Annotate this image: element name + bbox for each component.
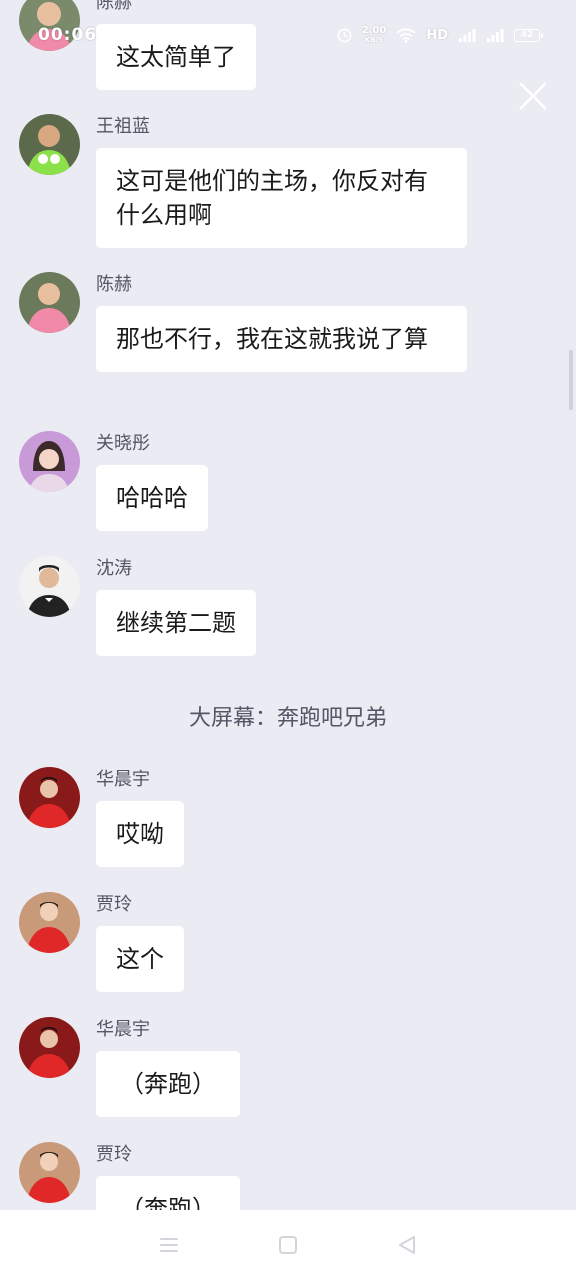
message-bubble[interactable]: （奔跑）	[96, 1051, 240, 1117]
avatar[interactable]	[19, 767, 80, 828]
avatar[interactable]	[19, 556, 80, 617]
system-message: 大屏幕：奔跑吧兄弟	[188, 706, 387, 731]
sender-name: 华晨宇	[96, 769, 150, 790]
sender-name: 华晨宇	[96, 1019, 150, 1040]
sender-name: 沈涛	[96, 558, 132, 579]
back-button[interactable]	[387, 1225, 427, 1265]
menu-icon	[160, 1238, 179, 1252]
message-bubble[interactable]: 哎呦	[96, 801, 184, 867]
signal-4g-icon	[458, 28, 476, 43]
sender-name: 陈赫	[96, 274, 132, 295]
message-bubble[interactable]: 哈哈哈	[96, 465, 208, 531]
hd-label: HD	[426, 27, 448, 43]
battery-icon: 42	[514, 28, 543, 42]
sender-name: 陈赫	[96, 0, 132, 13]
close-icon	[519, 82, 547, 110]
sender-name: 关晓彤	[96, 433, 150, 454]
message-bubble[interactable]: 这个	[96, 926, 184, 992]
sender-name: 贾玲	[96, 894, 132, 915]
chat-view[interactable]: 00:06 2.00 KB/S HD 42 陈赫 这太简单了 王祖蓝 这可是他们…	[0, 0, 576, 1210]
avatar[interactable]	[19, 1017, 80, 1078]
home-button[interactable]	[268, 1225, 308, 1265]
close-button[interactable]	[515, 78, 551, 114]
network-speed: 2.00 KB/S	[361, 25, 387, 45]
network-speed-value: 2.00	[361, 25, 387, 36]
sender-name: 王祖蓝	[96, 116, 150, 137]
message-bubble[interactable]: 那也不行，我在这就我说了算	[96, 306, 467, 372]
menu-button[interactable]	[149, 1225, 189, 1265]
status-bar: 00:06 2.00 KB/S HD 42	[0, 20, 576, 50]
signal-4g-icon-2	[486, 28, 504, 43]
avatar[interactable]	[19, 892, 80, 953]
status-time: 00:06	[38, 25, 98, 45]
navigation-bar	[0, 1210, 576, 1280]
scrollbar-thumb[interactable]	[569, 350, 573, 410]
message-bubble[interactable]: 继续第二题	[96, 590, 256, 656]
avatar[interactable]	[19, 114, 80, 175]
avatar[interactable]	[19, 1142, 80, 1203]
alarm-icon	[337, 28, 352, 43]
network-speed-unit: KB/S	[364, 36, 384, 44]
battery-level: 42	[520, 30, 534, 40]
status-icons: 2.00 KB/S HD 42	[337, 25, 543, 45]
avatar[interactable]	[19, 272, 80, 333]
sender-name: 贾玲	[96, 1144, 132, 1165]
back-icon	[398, 1236, 415, 1254]
message-bubble[interactable]: 这可是他们的主场，你反对有什么用啊	[96, 148, 467, 248]
wifi-icon	[396, 28, 416, 43]
home-icon	[278, 1236, 297, 1254]
message-bubble[interactable]: （奔跑）	[96, 1176, 240, 1210]
avatar[interactable]	[19, 431, 80, 492]
